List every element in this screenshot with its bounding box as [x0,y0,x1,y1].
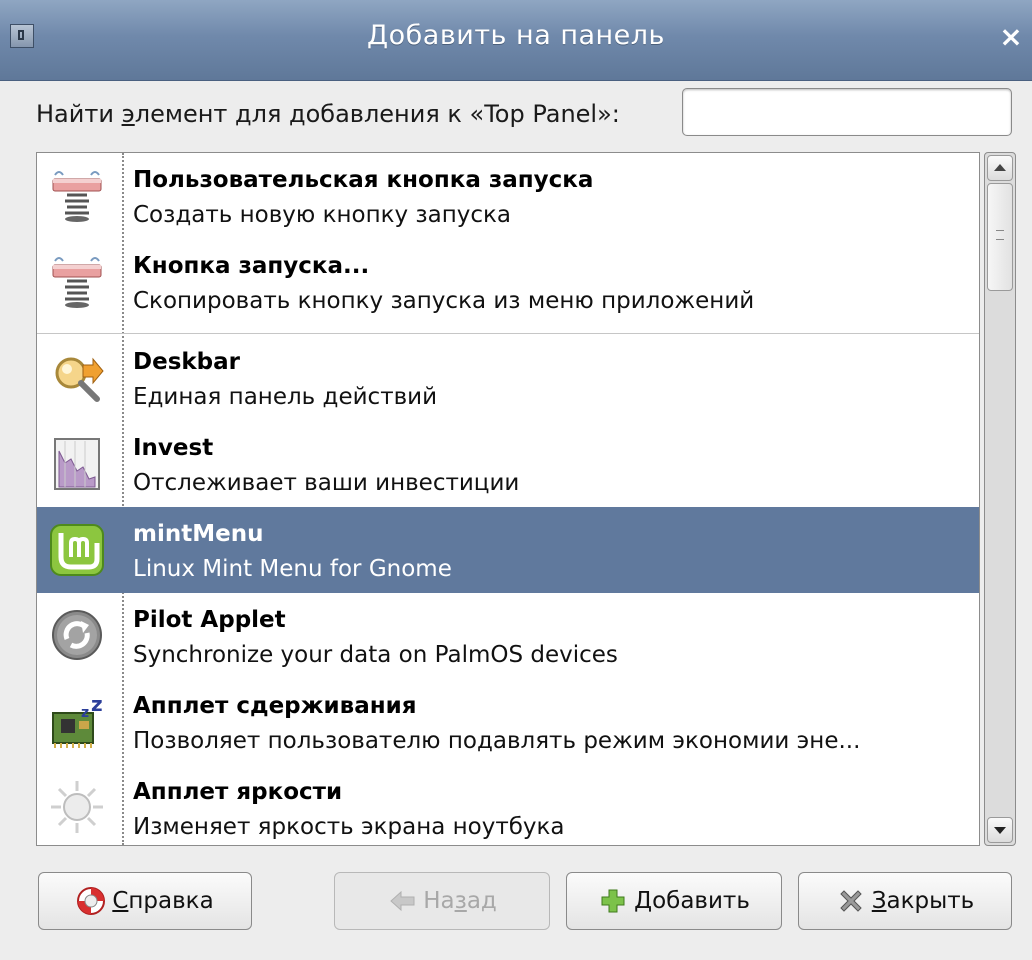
add-button[interactable]: Добавить [566,872,782,930]
stock-chart-icon [54,438,100,490]
lifebuoy-icon [77,887,106,915]
list-separator [37,333,979,334]
item-name: Апплет сдерживания [133,693,417,719]
plus-icon [601,889,625,913]
item-description: Позволяет пользователю подавлять режим э… [133,728,861,754]
window-title: Добавить на панель [367,20,665,51]
search-label-mnemonic: э [121,100,135,128]
list-scrollbar[interactable] [984,152,1016,846]
search-label-start: Найти [36,100,122,128]
close-x-icon [840,890,862,912]
svg-text:z: z [91,692,103,716]
title-bar[interactable]: Добавить на панель × [0,0,1032,81]
item-name: mintMenu [133,521,264,547]
back-arrow-icon [390,890,415,912]
item-name: Deskbar [133,349,241,375]
help-button-label: Справка [112,888,213,914]
close-mnemonic: З [871,888,887,914]
item-description: Изменяет яркость экрана ноутбука [133,814,565,840]
window-close-button[interactable]: × [996,22,1026,52]
back-button[interactable]: Назад [334,872,550,930]
item-description: Linux Mint Menu for Gnome [133,556,452,582]
item-description: Скопировать кнопку запуска из меню прило… [133,288,755,314]
sleep-chip-icon: z z [52,692,103,748]
applet-list[interactable]: Пользовательская кнопка запуска Создать … [36,152,980,846]
list-item[interactable]: z z Апплет сдерживания Позволяет пользов… [37,679,979,765]
item-name: Пользовательская кнопка запуска [133,167,594,193]
back-mnemonic: з [454,888,467,914]
item-description: Synchronize your data on PalmOS devices [133,642,618,668]
add-mnemonic: Д [634,888,653,914]
close-button-label: Закрыть [872,888,974,914]
item-description: Создать новую кнопку запуска [133,202,512,228]
launcher-spring-icon [52,257,102,308]
search-input[interactable] [682,88,1012,136]
item-name: Pilot Applet [133,607,286,633]
help-mnemonic: С [112,888,129,914]
item-description: Отслеживает ваши инвестиции [133,470,520,496]
back-button-label: Назад [423,888,497,914]
close-button[interactable]: Закрыть [798,872,1012,930]
help-label-rest: правка [128,888,214,914]
item-name: Апплет яркости [133,779,343,805]
item-description: Единая панель действий [133,384,438,410]
list-item-selected[interactable]: mintMenu Linux Mint Menu for Gnome [37,507,979,593]
back-label-start: На [423,888,455,914]
search-label-end: лемент для добавления к «Top Panel»: [134,100,620,128]
list-item[interactable]: Invest Отслеживает ваши инвестиции [37,421,979,507]
list-item[interactable]: Апплет яркости Изменяет яркость экрана н… [37,765,979,845]
list-item[interactable]: Deskbar Единая панель действий [37,335,979,421]
search-label: Найти элемент для добавления к «Top Pane… [36,100,620,128]
launcher-spring-icon [52,171,102,222]
list-item[interactable]: Пользовательская кнопка запуска Создать … [37,153,979,239]
sync-circle-icon [52,610,102,660]
help-button[interactable]: Справка [38,872,252,930]
add-label-rest: обавить [652,888,750,914]
add-button-label: Добавить [634,888,750,914]
back-label-rest: ад [466,888,497,914]
magnifier-arrow-icon [55,357,104,402]
scroll-down-button[interactable] [987,817,1013,843]
linux-mint-logo-icon [50,524,104,576]
list-item[interactable]: Pilot Applet Synchronize your data on Pa… [37,593,979,679]
list-item[interactable]: Кнопка запуска... Скопировать кнопку зап… [37,239,979,325]
svg-text:z: z [81,705,89,721]
item-name: Кнопка запуска... [133,253,370,279]
brightness-sun-icon [51,781,103,833]
scroll-up-button[interactable] [987,155,1013,181]
scroll-thumb[interactable] [987,183,1013,291]
item-name: Invest [133,435,214,461]
close-label-rest: акрыть [886,888,975,914]
